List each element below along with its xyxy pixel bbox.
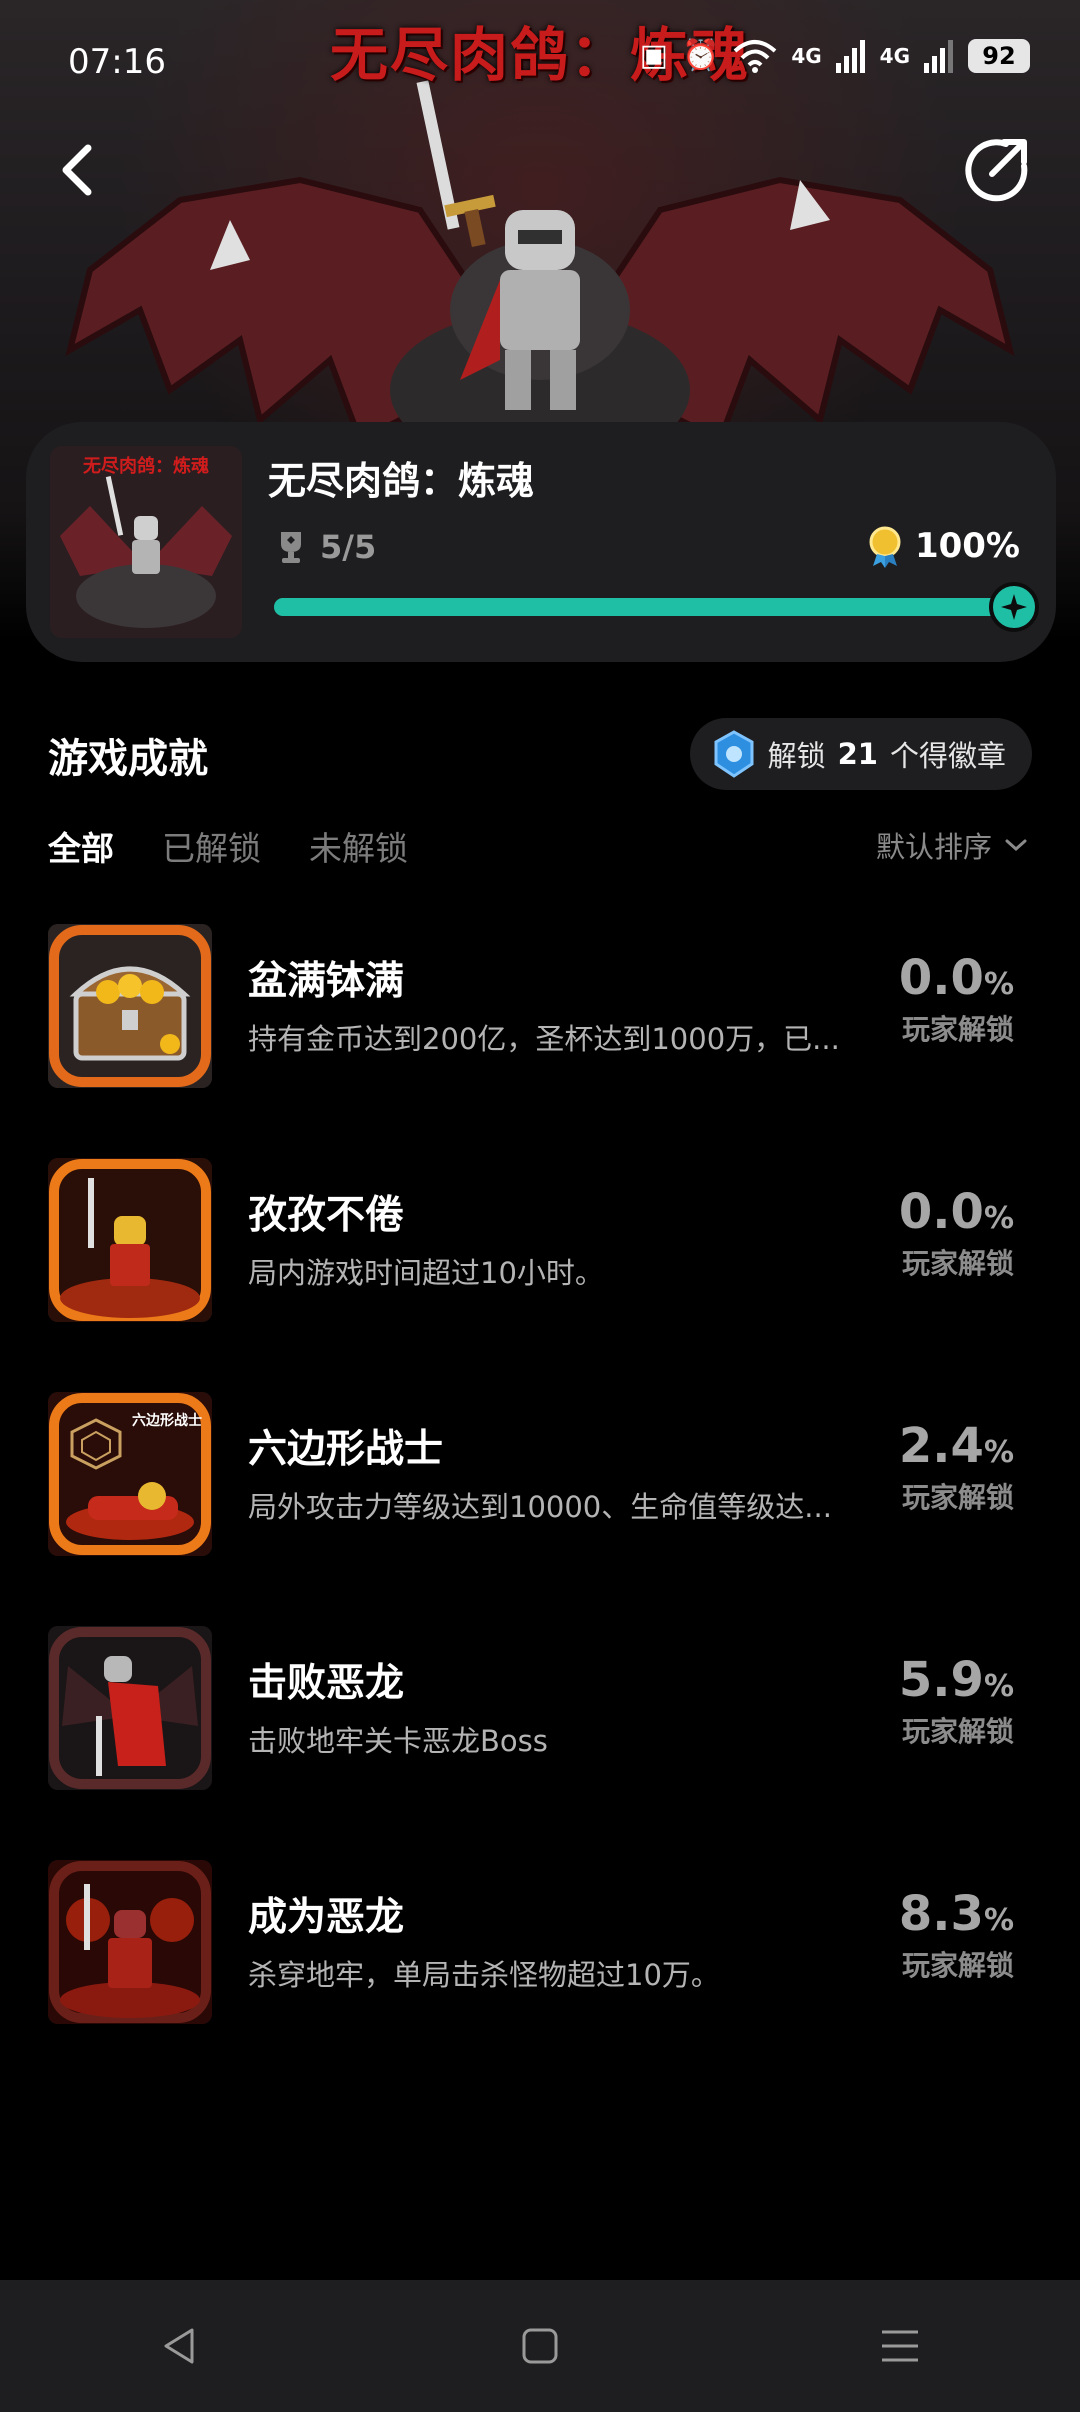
fire-knight-icon <box>48 1860 212 2024</box>
achievement-description: 局外攻击力等级达到10000、生命值等级达... <box>248 1490 832 1524</box>
achievement-title: 击败恶龙 <box>248 1661 405 1706</box>
tab-unlocked[interactable]: 已解锁 <box>162 822 261 870</box>
unlock-rate: 5.9% 玩家解锁 <box>899 1652 1014 1750</box>
unlock-rate-label: 玩家解锁 <box>901 1247 1014 1280</box>
signal-label-2: 4G <box>879 43 910 68</box>
hexagon-warrior-icon: 六边形战士 <box>48 1392 212 1556</box>
unlock-rate-label: 玩家解锁 <box>901 1013 1014 1046</box>
tab-all[interactable]: 全部 <box>48 822 114 870</box>
progress-knob <box>989 582 1039 632</box>
filter-tabs: 全部 已解锁 未解锁 <box>48 822 408 870</box>
achievement-title: 孜孜不倦 <box>248 1193 405 1238</box>
chevron-left-icon <box>62 144 92 196</box>
achievement-description: 局内游戏时间超过10小时。 <box>248 1256 604 1290</box>
unlock-rate-value: 8.3 <box>898 1886 984 1942</box>
share-icon <box>965 139 1028 202</box>
game-info-card[interactable]: 无尽肉鸽：炼魂 无尽肉鸽：炼魂 5/5 100% <box>26 422 1056 662</box>
achievement-row[interactable]: 盆满钵满 持有金币达到200亿，圣杯达到1000万，已... 0.0% 玩家解锁 <box>0 920 1080 1154</box>
achievement-description: 杀穿地牢，单局击杀怪物超过10万。 <box>248 1958 720 1992</box>
unlock-rate: 2.4% 玩家解锁 <box>899 1418 1014 1516</box>
achievement-title: 成为恶龙 <box>248 1895 405 1940</box>
badge-count: 21 <box>837 737 878 771</box>
trophy-icon <box>281 532 301 563</box>
unlock-rate-label: 玩家解锁 <box>901 1949 1014 1982</box>
icon-caption: 六边形战士 <box>132 1413 202 1429</box>
completion-progress-bar <box>274 582 1039 632</box>
medal-icon <box>869 526 901 568</box>
unlock-rate-label: 玩家解锁 <box>901 1715 1014 1748</box>
nav-home-button[interactable] <box>500 2306 580 2386</box>
status-icons: ▣ ⏰ 4G 4G 92 <box>640 38 1030 73</box>
game-name: 无尽肉鸽：炼魂 <box>268 459 535 503</box>
progress-fill <box>274 598 1014 616</box>
achievement-row[interactable]: 六边形战士 六边形战士 局外攻击力等级达到10000、生命值等级达... 2.4… <box>0 1388 1080 1622</box>
unlock-rate-unit: % <box>983 1903 1014 1938</box>
completion-summary: 100% <box>865 524 1020 568</box>
battery-indicator: 92 <box>968 38 1030 73</box>
trophy-count: 5/5 <box>320 528 377 566</box>
achievement-title: 盆满钵满 <box>248 959 405 1004</box>
status-bar: 07:16 ▣ ⏰ 4G 4G 92 <box>0 0 1080 120</box>
sort-dropdown[interactable]: 默认排序 <box>876 824 1028 866</box>
achievement-list: 盆满钵满 持有金币达到200亿，圣杯达到1000万，已... 0.0% 玩家解锁… <box>0 920 1080 2090</box>
completion-percent: 100% <box>914 526 1020 566</box>
badge-prefix: 解锁 <box>767 739 826 773</box>
golden-knight-icon <box>48 1158 212 1322</box>
badge-suffix: 个得徽章 <box>889 739 1006 773</box>
back-button[interactable] <box>48 130 108 210</box>
unlock-rate: 0.0% 玩家解锁 <box>899 950 1014 1048</box>
unlock-rate-value: 0.0 <box>898 1184 984 1240</box>
star-sparkle-icon <box>1001 594 1027 620</box>
alarm-icon: ⏰ <box>681 38 720 73</box>
achievement-description: 持有金币达到200亿，圣杯达到1000万，已... <box>248 1022 840 1056</box>
badge-unlock-pill[interactable]: 解锁 21 个得徽章 <box>689 718 1032 790</box>
unlock-rate-value: 0.0 <box>898 950 984 1006</box>
signal-label-1: 4G <box>791 43 822 68</box>
achievements-screen: 无尽肉鸽：炼魂 07:16 ▣ ⏰ 4G 4G 92 无尽肉鸽：炼魂 无尽肉鸽：… <box>0 0 1080 2412</box>
unlock-rate-value: 2.4 <box>898 1418 984 1474</box>
unlock-rate: 0.0% 玩家解锁 <box>899 1184 1014 1282</box>
share-button[interactable] <box>962 134 1032 204</box>
wifi-icon <box>733 39 777 73</box>
game-thumbnail: 无尽肉鸽：炼魂 <box>50 446 242 638</box>
back-triangle-icon <box>164 2328 194 2364</box>
unlock-rate-label: 玩家解锁 <box>901 1481 1014 1514</box>
sort-label: 默认排序 <box>875 830 992 864</box>
unlock-rate: 8.3% 玩家解锁 <box>899 1886 1014 1984</box>
badge-shield-icon <box>714 730 754 778</box>
unlock-rate-value: 5.9 <box>898 1652 984 1708</box>
system-navigation-bar <box>0 2280 1080 2412</box>
achievement-row[interactable]: 孜孜不倦 局内游戏时间超过10小时。 0.0% 玩家解锁 <box>0 1154 1080 1388</box>
tab-locked[interactable]: 未解锁 <box>309 822 408 870</box>
unlock-rate-unit: % <box>983 967 1014 1002</box>
trophy-summary: 5/5 <box>276 528 376 566</box>
unlock-rate-unit: % <box>983 1669 1014 1704</box>
menu-lines-icon <box>882 2330 918 2362</box>
nav-back-button[interactable] <box>140 2306 220 2386</box>
nfc-icon: ▣ <box>639 38 668 73</box>
nav-menu-button[interactable] <box>860 2306 940 2386</box>
dragon-slayer-icon <box>48 1626 212 1790</box>
treasure-chest-icon <box>48 924 212 1088</box>
achievement-title: 六边形战士 <box>248 1427 444 1472</box>
home-square-icon <box>522 2328 558 2364</box>
thumbnail-caption: 无尽肉鸽：炼魂 <box>83 456 209 477</box>
status-time: 07:16 <box>68 42 166 82</box>
signal-icon-1 <box>835 39 865 73</box>
achievement-row[interactable]: 成为恶龙 杀穿地牢，单局击杀怪物超过10万。 8.3% 玩家解锁 <box>0 1856 1080 2090</box>
signal-icon-2 <box>924 39 953 73</box>
section-title: 游戏成就 <box>48 736 208 782</box>
chevron-down-icon <box>1005 839 1027 852</box>
unlock-rate-unit: % <box>983 1201 1014 1236</box>
achievement-row[interactable]: 击败恶龙 击败地牢关卡恶龙Boss 5.9% 玩家解锁 <box>0 1622 1080 1856</box>
achievement-description: 击败地牢关卡恶龙Boss <box>248 1724 548 1758</box>
unlock-rate-unit: % <box>983 1435 1014 1470</box>
